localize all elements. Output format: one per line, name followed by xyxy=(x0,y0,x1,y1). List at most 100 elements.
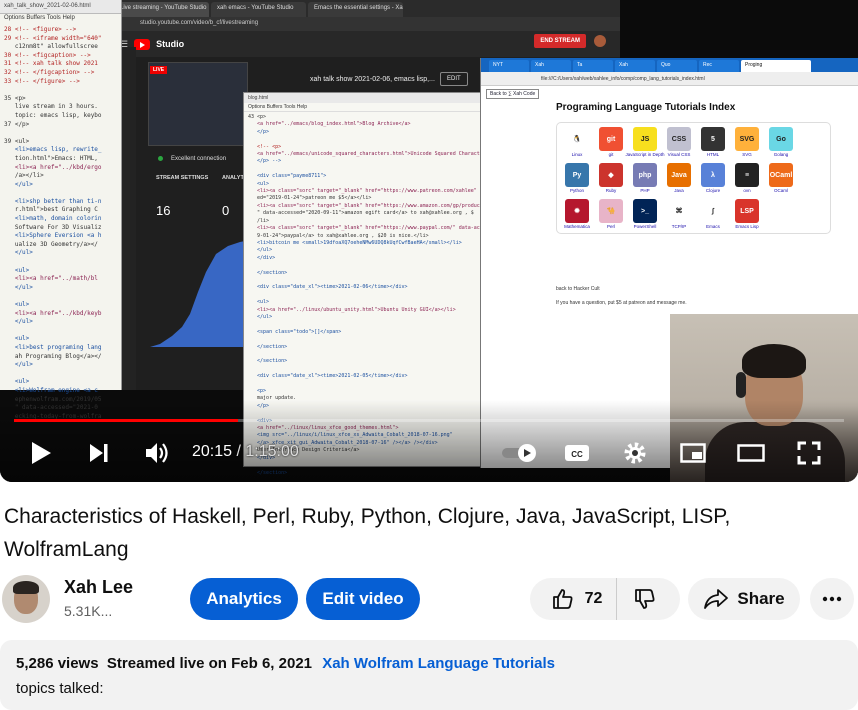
emacs-mid-menu: Options Buffers Tools Help xyxy=(244,103,487,112)
emacs-left-code: 28 <!-- <figure> --> 29 <!-- <iframe widt… xyxy=(0,24,121,423)
golang-gopher-icon: Go xyxy=(769,127,793,151)
back-hacker-cult: back to Hacker Cult xyxy=(556,286,600,292)
ocaml-icon: OCaml xyxy=(769,163,793,187)
edit-video-button[interactable]: Edit video xyxy=(306,578,420,620)
code-line: <span class="todo">[]</span> xyxy=(248,328,342,335)
code-line: </ul> xyxy=(248,313,273,320)
studio-avatar xyxy=(594,35,606,47)
browser-tab: Xah xyxy=(531,60,571,72)
code-line: <li>Wolfram engine <a c xyxy=(4,386,98,394)
next-button[interactable] xyxy=(84,438,114,468)
play-button[interactable] xyxy=(26,438,56,468)
code-line: <li>math, domain colorin xyxy=(4,215,102,223)
more-horizontal-icon xyxy=(822,596,842,602)
channel-avatar[interactable] xyxy=(2,575,50,623)
language-tile xyxy=(799,199,831,229)
view-count: 5,286 views xyxy=(16,655,99,672)
javascript-icon: JS xyxy=(633,127,657,151)
language-label: Mathematica xyxy=(564,224,590,229)
browser-tab: Ta xyxy=(573,60,613,72)
browser-tab: Quo xyxy=(657,60,697,72)
theater-button[interactable] xyxy=(736,438,766,468)
code-line: </ul> xyxy=(4,361,33,369)
fullscreen-button[interactable] xyxy=(794,438,824,468)
autoplay-toggle[interactable] xyxy=(498,438,542,468)
css-icon: CSS xyxy=(667,127,691,151)
video-player[interactable]: Live streaming - YouTube Studio xah emac… xyxy=(0,0,858,482)
end-stream-button: END STREAM xyxy=(534,34,586,48)
play-icon xyxy=(32,442,51,464)
browser-tab: Xah xyxy=(615,60,655,72)
stream-likes: 0 xyxy=(222,203,230,218)
more-actions-button[interactable] xyxy=(810,578,854,620)
stream-edit-button: EDIT xyxy=(440,72,468,86)
powershell-icon: >_ xyxy=(633,199,657,223)
browser-url: file:///C:/Users/xah/web/xahlee_info/com… xyxy=(481,72,858,86)
presenter-hair xyxy=(742,344,806,378)
code-line: <ul> xyxy=(248,180,270,187)
viewers-graph xyxy=(150,240,250,347)
studio-tab: xah emacs - YouTube Studio xyxy=(211,2,306,17)
code-line: <p> xyxy=(248,388,267,395)
share-button[interactable]: Share xyxy=(688,578,800,620)
volume-icon xyxy=(146,443,168,463)
code-line: <a href="../emacs/blog_index.html">Blog … xyxy=(248,121,411,128)
code-line: Software For 3D Visualiz xyxy=(4,223,102,231)
code-line: </p> xyxy=(248,128,270,135)
concurrent-viewers: 16 xyxy=(156,203,171,218)
playlist-link[interactable]: Xah Wolfram Language Tutorials xyxy=(322,655,555,672)
blank-icon xyxy=(803,127,827,151)
emacs-lisp-icon: LSP xyxy=(735,199,759,223)
dislike-button[interactable] xyxy=(617,578,673,620)
video-title: Characteristics of Haskell, Perl, Ruby, … xyxy=(4,505,731,561)
code-line: </ul> xyxy=(4,180,33,188)
back-to-xah-code-link: Back to ∑ Xah Code xyxy=(486,89,540,99)
code-line: 43 <p> xyxy=(248,114,267,120)
channel-name[interactable]: Xah Lee xyxy=(64,577,133,598)
code-line: </section> xyxy=(248,269,288,276)
emacs-left-title: xah_talk_show_2021-02-06.html xyxy=(0,0,121,14)
stream-title: xah talk show 2021-02-06, emacs lisp,... xyxy=(310,76,435,83)
like-button[interactable]: 72 xyxy=(537,578,618,620)
captions-button[interactable]: CC xyxy=(562,438,592,468)
emacs-left-menu: Options Buffers Tools Help xyxy=(4,15,75,21)
studio-name: Studio xyxy=(156,39,185,49)
language-label: Visual CSS xyxy=(667,152,691,157)
progress-played xyxy=(14,419,239,422)
description-text: topics talked: xyxy=(16,680,104,697)
description-box[interactable] xyxy=(0,640,858,710)
language-label: Ruby xyxy=(605,188,617,193)
youtube-logo-icon xyxy=(134,38,151,50)
code-line: <li><a href="../linux/ubuntu_unity.html"… xyxy=(248,306,456,313)
subscriber-count: 5.31K... xyxy=(64,603,113,619)
language-tile: php PHP xyxy=(629,163,661,193)
python-icon: Py xyxy=(565,163,589,187)
language-tile: ≡ ovn xyxy=(731,163,763,193)
language-tile: 5 HTML xyxy=(697,127,729,157)
miniplayer-button[interactable] xyxy=(678,438,708,468)
progress-bar[interactable] xyxy=(14,419,844,422)
code-line: </div> xyxy=(248,254,276,261)
connection-status: Excellent connection xyxy=(158,156,226,162)
code-line: 32 <!-- </figcaption> --> xyxy=(4,68,95,76)
volume-button[interactable] xyxy=(142,438,172,468)
code-line: </ul> xyxy=(4,249,33,257)
language-tile: JS JavaScript in Depth xyxy=(625,127,665,157)
language-tile xyxy=(799,127,831,157)
code-line: ualize 3D Geometry/a></ xyxy=(4,240,98,248)
code-line: <li><a href="../math/bl xyxy=(4,275,98,283)
code-line: ed="2019-01-24">patreon me $5</a></li> xyxy=(248,195,372,202)
settings-button[interactable] xyxy=(620,438,650,468)
analytics-button[interactable]: Analytics xyxy=(190,578,298,620)
html5-icon: 5 xyxy=(701,127,725,151)
